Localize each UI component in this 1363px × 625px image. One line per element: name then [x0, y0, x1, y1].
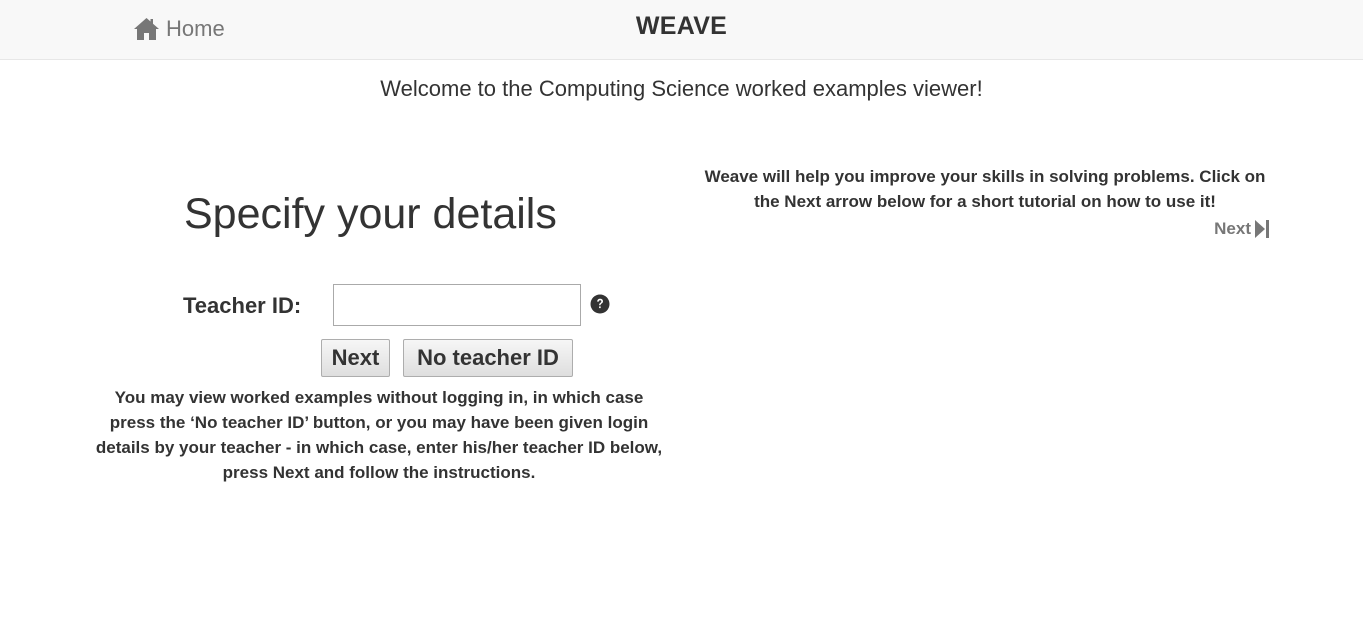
tutorial-next-label: Next: [1214, 219, 1251, 238]
teacher-id-input[interactable]: [333, 284, 581, 326]
next-button[interactable]: Next: [321, 339, 390, 377]
login-info-text: You may view worked examples without log…: [95, 388, 663, 482]
step-forward-icon: [1255, 220, 1269, 238]
tutorial-text: Weave will help you improve your skills …: [704, 167, 1266, 211]
teacher-id-label: Teacher ID:: [183, 293, 302, 318]
brand-title: WEAVE: [635, 12, 728, 40]
welcome-message: Welcome to the Computing Science worked …: [380, 76, 983, 101]
tutorial-panel: Weave will help you improve your skills …: [700, 164, 1270, 238]
question-circle-icon[interactable]: [590, 294, 610, 314]
page-title: Specify your details: [184, 190, 557, 238]
navbar: Home WEAVE: [0, 0, 1363, 60]
tutorial-next-link[interactable]: Next: [1214, 219, 1270, 239]
no-teacher-id-button[interactable]: No teacher ID: [403, 339, 573, 377]
